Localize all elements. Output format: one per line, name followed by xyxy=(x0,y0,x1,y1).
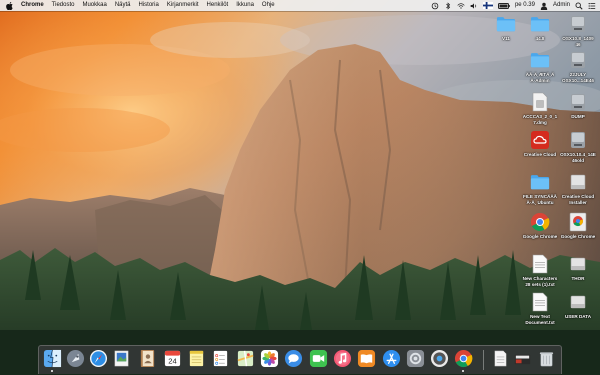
desktop-icon-label: New Text Document.txt xyxy=(525,314,555,325)
dock-reminders-icon[interactable] xyxy=(211,349,230,368)
chrome-icon xyxy=(530,212,550,232)
desktop-icon-label: Creative Cloud Installer xyxy=(561,194,595,205)
calendar-day-text: 24 xyxy=(168,357,176,366)
external-drive-icon xyxy=(568,292,588,312)
desktop-icon-label: Creative Cloud xyxy=(523,152,557,157)
notification-center-icon[interactable] xyxy=(588,2,596,10)
desktop-icon-label: USER DATA xyxy=(564,314,592,319)
menu-window[interactable]: Ikkuna xyxy=(236,0,254,11)
menu-edit[interactable]: Muokkaa xyxy=(82,0,106,11)
menu-bar: Chrome Tiedosto Muokkaa Näytä Historia K… xyxy=(0,0,600,11)
menubar-clock[interactable]: pe 0.39 xyxy=(515,0,535,11)
dock-trash-icon[interactable] xyxy=(537,349,556,368)
desktop-icon-label: OSX10.10.4_14E 46old xyxy=(560,152,596,163)
dock-launchpad-icon[interactable] xyxy=(66,349,85,368)
disk-image-icon xyxy=(530,92,550,112)
menu-help[interactable]: Ohje xyxy=(262,0,275,11)
text-document-icon xyxy=(530,254,550,274)
menu-bookmarks[interactable]: Kirjanmerkit xyxy=(167,0,199,11)
hard-drive-icon xyxy=(568,92,588,112)
desktop-app-creative-cloud[interactable]: Creative Cloud xyxy=(521,130,559,158)
dock-google-chrome-icon[interactable] xyxy=(454,349,473,368)
desktop-icon-label: ACCCA3_2_0_1 7.dmg xyxy=(522,114,558,125)
menu-app-name[interactable]: Chrome xyxy=(21,0,44,11)
menubar-user[interactable]: Admin xyxy=(553,0,570,11)
dock-notes-icon[interactable] xyxy=(187,349,206,368)
desktop-icon-label: FILE SYNCÄÄÃ Ä·Ä¸ Ubuntu xyxy=(523,194,557,205)
folder-icon xyxy=(496,14,516,34)
running-indicator xyxy=(51,370,53,372)
desktop-folder-44-8[interactable]: 44.8 xyxy=(521,14,559,42)
desktop-folder-admin[interactable]: ÄÃ·Ä¸ÆTÄ¸Ä Ä·Admin xyxy=(521,50,559,83)
desktop-drive-google-chrome[interactable]: Google Chrome xyxy=(559,212,597,240)
external-drive-icon xyxy=(568,254,588,274)
battery-icon[interactable] xyxy=(497,2,510,10)
desktop-icon-label: DUMP xyxy=(571,114,585,119)
folder-icon xyxy=(530,172,550,192)
bluetooth-icon[interactable] xyxy=(444,1,452,10)
desktop-drive-thor[interactable]: THOR xyxy=(559,254,597,282)
time-machine-icon[interactable] xyxy=(431,2,439,10)
dock-system-preferences-icon[interactable] xyxy=(406,349,425,368)
desktop-app-google-chrome[interactable]: Google Chrome xyxy=(521,212,559,240)
desktop-icon-label: 22JULY OSX10...14E46 xyxy=(562,72,594,83)
dock-facetime-icon[interactable] xyxy=(309,349,328,368)
dock-app-store-icon[interactable] xyxy=(382,349,401,368)
desktop-icon-label: ÄÃ·Ä¸ÆTÄ¸Ä Ä·Admin xyxy=(525,72,555,83)
dock-calendar-icon[interactable]: 24 xyxy=(163,349,182,368)
dock-music-icon[interactable] xyxy=(333,349,352,368)
dock-preview-icon[interactable] xyxy=(112,349,131,368)
dock: 24 xyxy=(38,345,562,374)
chrome-disk-image-icon xyxy=(568,212,588,232)
folder-icon xyxy=(530,50,550,70)
volume-icon[interactable] xyxy=(470,2,478,10)
dock-contacts-icon[interactable] xyxy=(138,349,157,368)
hard-drive-icon xyxy=(568,50,588,70)
desktop-wallpaper xyxy=(0,0,600,375)
dock-maps-icon[interactable] xyxy=(236,349,255,368)
dock-finder-icon[interactable] xyxy=(43,349,62,368)
desktop-icon-label: Google Chrome xyxy=(522,234,558,239)
dock-chrome-remote-icon[interactable] xyxy=(430,349,449,368)
desktop-icon-label: 44.8 xyxy=(535,36,545,41)
menu-people[interactable]: Henkilöt xyxy=(207,0,229,11)
running-indicator xyxy=(462,370,464,372)
user-icon[interactable] xyxy=(540,2,548,10)
desktop-icon-label: New Characters 28 sets (1).txt xyxy=(522,276,558,287)
menu-file[interactable]: Tiedosto xyxy=(52,0,75,11)
dock-downloads-stack-icon[interactable] xyxy=(513,349,532,368)
menu-history[interactable]: Historia xyxy=(139,0,159,11)
text-document-icon xyxy=(530,292,550,312)
desktop-drive-osx10-10-4[interactable]: OSX10.10.4_14E 46old xyxy=(559,130,597,163)
apple-menu-icon[interactable] xyxy=(6,1,14,10)
dock-ibooks-icon[interactable] xyxy=(357,349,376,368)
flag-input-source-icon[interactable] xyxy=(482,2,493,10)
hard-drive-icon xyxy=(568,130,588,150)
wifi-icon[interactable] xyxy=(457,2,465,10)
dock-messages-icon[interactable] xyxy=(284,349,303,368)
desktop-file-new-characters[interactable]: New Characters 28 sets (1).txt xyxy=(521,254,559,287)
external-drive-icon xyxy=(568,172,588,192)
desktop-drive-osx10-8[interactable]: OSX10.8_1409 46 xyxy=(559,14,597,47)
desktop-icon-label: THOR xyxy=(571,276,585,281)
spotlight-search-icon[interactable] xyxy=(575,2,583,10)
desktop-drive-dump[interactable]: DUMP xyxy=(559,92,597,120)
desktop-icon-label: OSX10.8_1409 46 xyxy=(562,36,594,47)
desktop-file-new-text-document[interactable]: New Text Document.txt xyxy=(521,292,559,325)
dock-separator xyxy=(483,350,484,370)
desktop-folder-file-sync[interactable]: FILE SYNCÄÄÃ Ä·Ä¸ Ubuntu xyxy=(521,172,559,205)
desktop-drive-22july[interactable]: 22JULY OSX10...14E46 xyxy=(559,50,597,83)
hard-drive-icon xyxy=(568,14,588,34)
dock-safari-icon[interactable] xyxy=(89,349,108,368)
desktop-drive-cc-installer[interactable]: Creative Cloud Installer xyxy=(559,172,597,205)
folder-icon xyxy=(530,14,550,34)
desktop-icon-label: Google Chrome xyxy=(560,234,596,239)
dock-photos-icon[interactable] xyxy=(260,349,279,368)
menu-view[interactable]: Näytä xyxy=(115,0,131,11)
desktop-file-acca3-dmg[interactable]: ACCCA3_2_0_1 7.dmg xyxy=(521,92,559,125)
dock-documents-stack-icon[interactable] xyxy=(491,349,510,368)
desktop-drive-user-data[interactable]: USER DATA xyxy=(559,292,597,320)
creative-cloud-icon xyxy=(530,130,550,150)
